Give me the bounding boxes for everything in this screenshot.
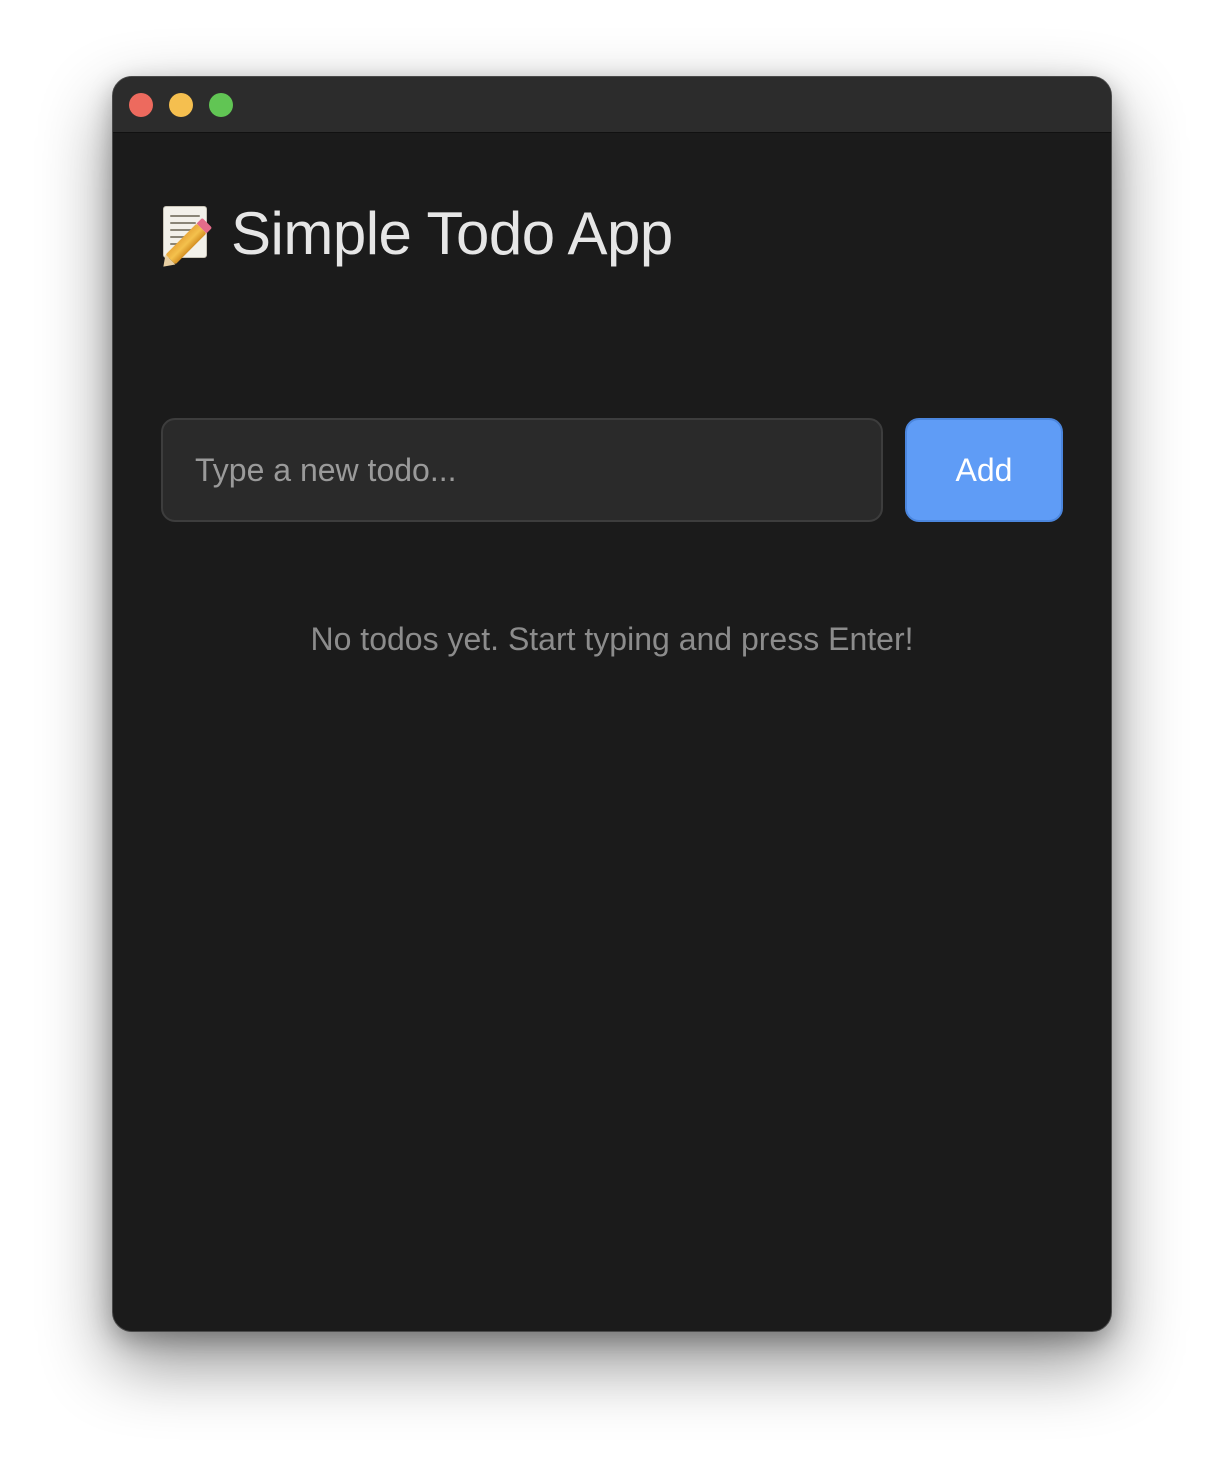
header: Simple Todo App	[161, 197, 673, 269]
empty-state-message: No todos yet. Start typing and press Ent…	[310, 621, 914, 657]
title-bar	[113, 77, 1111, 133]
minimize-window-button[interactable]	[169, 93, 193, 117]
add-button[interactable]: Add	[905, 418, 1063, 522]
add-todo-form: Add	[161, 418, 1063, 522]
app-content: Simple Todo App Add No todos yet. Start …	[161, 133, 1063, 1331]
zoom-window-button[interactable]	[209, 93, 233, 117]
memo-icon	[161, 204, 217, 265]
page-title: Simple Todo App	[231, 199, 673, 267]
app-window: Simple Todo App Add No todos yet. Start …	[112, 76, 1112, 1332]
close-window-button[interactable]	[129, 93, 153, 117]
new-todo-input[interactable]	[161, 418, 883, 522]
